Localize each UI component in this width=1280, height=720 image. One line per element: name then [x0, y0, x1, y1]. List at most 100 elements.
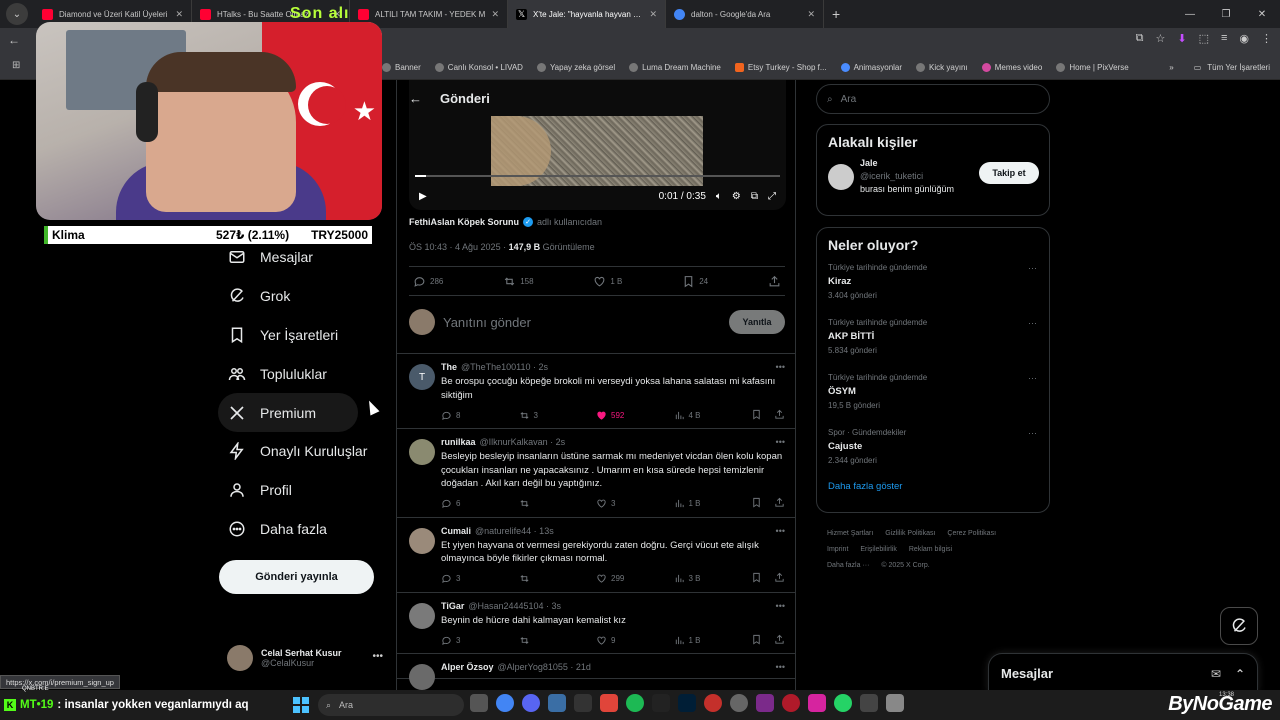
- browser-tab-active[interactable]: 𝕏 X'te Jale: "hayvanla hayvan be" ✕: [508, 0, 666, 28]
- reply-author-name[interactable]: The: [441, 362, 457, 372]
- grok-floating-button[interactable]: [1220, 607, 1258, 645]
- reply-submit-button[interactable]: Yanıtla: [729, 310, 785, 334]
- photoshop-icon[interactable]: [678, 694, 696, 712]
- app-icon[interactable]: [756, 694, 774, 712]
- share-action[interactable]: [768, 275, 781, 288]
- windows-start-icon[interactable]: [293, 697, 309, 713]
- whatsapp-icon[interactable]: [834, 694, 852, 712]
- reply-item[interactable]: runilkaa @IlknurKalkavan · 2s ••• Besleyip …: [397, 429, 795, 518]
- more-dots-icon[interactable]: •••: [776, 662, 785, 672]
- views-action[interactable]: 4 B: [674, 410, 752, 421]
- avatar[interactable]: [409, 664, 435, 690]
- trend-item[interactable]: Spor · Gündemdekiler Cajuste 2.344 gönde…: [817, 420, 1049, 475]
- nav-verified-orgs[interactable]: Onaylı Kuruluşlar: [218, 432, 398, 471]
- search-input[interactable]: ⌕ Ara: [816, 84, 1050, 114]
- share-action[interactable]: [774, 497, 785, 510]
- app-icon[interactable]: [860, 694, 878, 712]
- account-switcher[interactable]: Celal Serhat Kusur @CelalKusur •••: [227, 643, 387, 673]
- footer-link[interactable]: Daha fazla ···: [827, 562, 869, 569]
- share-action[interactable]: [774, 634, 785, 647]
- puzzle-icon[interactable]: ⬚: [1199, 32, 1209, 45]
- reply-action[interactable]: 8: [441, 410, 519, 421]
- repost-action[interactable]: [519, 573, 597, 584]
- opera-icon[interactable]: [782, 694, 800, 712]
- reply-action[interactable]: 3: [441, 573, 519, 584]
- apps-grid-icon[interactable]: ⊞: [12, 60, 20, 71]
- avatar[interactable]: [409, 602, 435, 629]
- like-action[interactable]: 9: [596, 635, 674, 646]
- bookmark-action[interactable]: [751, 634, 762, 647]
- app-icon[interactable]: [600, 694, 618, 712]
- more-dots-icon[interactable]: ···: [1028, 263, 1037, 273]
- repost-action[interactable]: 158: [503, 275, 534, 288]
- obs-icon[interactable]: [730, 694, 748, 712]
- more-dots-icon[interactable]: ···: [1028, 318, 1037, 328]
- more-dots-icon[interactable]: •••: [372, 651, 383, 662]
- person-card[interactable]: Jale @icerik_tuketici burası benim günlü…: [817, 150, 1049, 210]
- file-explorer-icon[interactable]: [470, 694, 488, 712]
- trend-item[interactable]: Türkiye tarihinde gündemde Kiraz 3.404 g…: [817, 255, 1049, 310]
- spotify-icon[interactable]: [626, 694, 644, 712]
- nav-messages[interactable]: Mesajlar: [218, 238, 398, 277]
- nav-grok[interactable]: Grok: [218, 277, 398, 316]
- reply-author-name[interactable]: TiGar: [441, 601, 464, 611]
- back-arrow-icon[interactable]: ←: [8, 33, 20, 47]
- views-action[interactable]: 1 B: [674, 498, 752, 509]
- profile-avatar-icon[interactable]: ◉: [1239, 32, 1249, 45]
- like-action[interactable]: 592: [596, 410, 674, 421]
- like-action[interactable]: 299: [596, 573, 674, 584]
- maximize-icon[interactable]: ❐: [1208, 0, 1244, 28]
- star-icon[interactable]: ☆: [1155, 32, 1165, 45]
- reply-author-name[interactable]: Alper Özsoy: [441, 662, 494, 672]
- new-message-icon[interactable]: ✉: [1211, 667, 1221, 681]
- repost-action[interactable]: [519, 498, 597, 509]
- bookmark-action[interactable]: [751, 497, 762, 510]
- footer-link[interactable]: Imprint: [827, 546, 848, 553]
- more-dots-icon[interactable]: ···: [1028, 373, 1037, 383]
- install-app-icon[interactable]: ⧉: [1136, 32, 1144, 45]
- bookmark-item[interactable]: Memes video: [981, 63, 1042, 72]
- nav-premium[interactable]: Premium: [218, 393, 358, 432]
- reply-action[interactable]: 6: [441, 498, 519, 509]
- browser-tab[interactable]: dalton - Google'da Ara ✕: [666, 0, 824, 28]
- close-tab-icon[interactable]: ✕: [649, 9, 657, 20]
- reply-item[interactable]: TiGar @Hasan24445104 · 3s ••• Beynin de hüc…: [397, 593, 795, 654]
- post-button[interactable]: Gönderi yayınla: [219, 560, 374, 594]
- footer-link[interactable]: Hizmet Şartları: [827, 530, 873, 537]
- bookmark-action[interactable]: [751, 572, 762, 585]
- show-more-link[interactable]: Daha fazla göster: [817, 475, 1049, 504]
- chrome-icon[interactable]: [496, 694, 514, 712]
- avatar[interactable]: T: [409, 364, 435, 390]
- reply-action[interactable]: 3: [441, 635, 519, 646]
- discord-icon[interactable]: [522, 694, 540, 712]
- trend-item[interactable]: Türkiye tarihinde gündemde AKP BİTTİ 5.8…: [817, 310, 1049, 365]
- video-progress[interactable]: [415, 175, 780, 177]
- bookmark-action[interactable]: [751, 409, 762, 422]
- fullscreen-icon[interactable]: ⤢: [768, 191, 776, 202]
- footer-link[interactable]: Çerez Politikası: [947, 530, 996, 537]
- more-dots-icon[interactable]: ···: [1028, 428, 1037, 438]
- follow-button[interactable]: Takip et: [979, 162, 1039, 184]
- back-arrow-icon[interactable]: ←: [409, 91, 422, 106]
- close-window-icon[interactable]: ✕: [1244, 0, 1280, 28]
- repost-action[interactable]: 3: [519, 410, 597, 421]
- bookmark-item[interactable]: Kick yayını: [916, 63, 968, 72]
- reply-author-name[interactable]: runilkaa: [441, 437, 476, 447]
- trend-item[interactable]: Türkiye tarihinde gündemde ÖSYM 19,5 B g…: [817, 365, 1049, 420]
- post-author[interactable]: FethiAslan Köpek Sorunu ✓ adlı kullanıcı…: [409, 217, 602, 227]
- avatar[interactable]: [409, 439, 435, 465]
- instagram-icon[interactable]: [808, 694, 826, 712]
- views-action[interactable]: 1 B: [674, 635, 752, 646]
- steam-icon[interactable]: [548, 694, 566, 712]
- taskbar-search[interactable]: ⌕ Ara: [318, 694, 464, 716]
- more-dots-icon[interactable]: •••: [776, 362, 785, 372]
- app-icon[interactable]: [704, 694, 722, 712]
- settings-gear-icon[interactable]: ⚙: [732, 191, 741, 202]
- play-icon[interactable]: ▶: [419, 191, 427, 202]
- nav-communities[interactable]: Topluluklar: [218, 354, 398, 393]
- bookmark-item[interactable]: Canlı Konsol • LIVAD: [434, 63, 523, 72]
- share-action[interactable]: [774, 572, 785, 585]
- nav-bookmarks[interactable]: Yer İşaretleri: [218, 316, 398, 355]
- more-dots-icon[interactable]: •••: [776, 437, 785, 447]
- reply-input[interactable]: Yanıtını gönder: [443, 315, 721, 330]
